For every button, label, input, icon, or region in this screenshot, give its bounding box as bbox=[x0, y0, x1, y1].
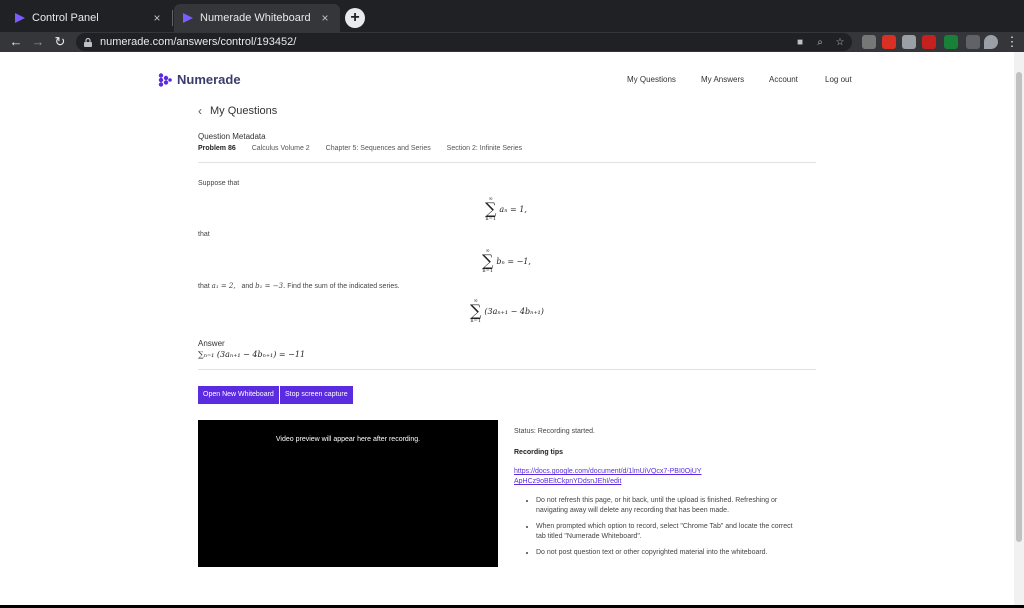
equation-target-series: ∞ ∑ n=1 (3aₙ₊₁ − 4bₙ₊₁) bbox=[470, 298, 544, 324]
metadata-title: Question Metadata bbox=[198, 132, 266, 141]
extension-icon[interactable] bbox=[984, 35, 998, 49]
numerade-favicon-icon bbox=[182, 12, 194, 24]
extension-icon[interactable] bbox=[966, 35, 980, 49]
extension-icon[interactable] bbox=[902, 35, 916, 49]
recording-status: Status: Recording started. bbox=[514, 428, 595, 435]
chapter-title: Chapter 5: Sequences and Series bbox=[325, 145, 431, 152]
extension-icon[interactable] bbox=[944, 35, 958, 49]
divider bbox=[198, 162, 816, 163]
equation-sum-a: ∞ ∑ n=1 aₙ = 1, bbox=[485, 196, 527, 222]
back-label: My Questions bbox=[210, 105, 278, 117]
divider bbox=[198, 369, 816, 370]
section-title: Section 2: Infinite Series bbox=[446, 145, 523, 152]
video-preview: Video preview will appear here after rec… bbox=[198, 420, 498, 567]
zoom-icon[interactable]: ⌕ bbox=[812, 37, 828, 48]
answer-expression: ∑ₙ₌₁ (3aₙ₊₁ − 4bₙ₊₁) = −11 bbox=[198, 350, 306, 359]
tab-numerade-whiteboard[interactable]: Numerade Whiteboard × bbox=[174, 4, 340, 32]
stop-screen-capture-button[interactable]: Stop screen capture bbox=[280, 386, 353, 404]
extension-icon[interactable] bbox=[862, 35, 876, 49]
summation-symbol: ∞ ∑ n=1 bbox=[470, 298, 482, 324]
book-title: Calculus Volume 2 bbox=[251, 145, 310, 152]
open-new-whiteboard-button[interactable]: Open New Whiteboard bbox=[198, 386, 279, 404]
new-tab-button[interactable]: + bbox=[345, 8, 365, 28]
chevron-left-icon: ‹ bbox=[198, 104, 202, 118]
problem-intro: Suppose that bbox=[198, 180, 240, 187]
back-to-my-questions[interactable]: ‹ My Questions bbox=[198, 104, 277, 118]
back-arrow-icon[interactable]: ← bbox=[8, 34, 24, 50]
browser-tab-strip: Control Panel × Numerade Whiteboard × + bbox=[0, 0, 1024, 32]
summation-symbol: ∞ ∑ n=1 bbox=[485, 196, 497, 222]
problem-number: Problem 86 bbox=[198, 145, 236, 152]
recording-tips-title: Recording tips bbox=[514, 449, 564, 456]
tab-close-icon[interactable]: × bbox=[318, 11, 332, 25]
nav-log-out[interactable]: Log out bbox=[825, 75, 852, 84]
extension-icon[interactable] bbox=[922, 35, 936, 49]
numerade-favicon-icon bbox=[14, 12, 26, 24]
camera-icon[interactable]: ■ bbox=[792, 37, 808, 48]
list-item: When prompted which option to record, se… bbox=[536, 522, 804, 542]
extension-icon[interactable] bbox=[882, 35, 896, 49]
reload-icon[interactable]: ↻ bbox=[52, 34, 68, 50]
bookmark-star-icon[interactable]: ☆ bbox=[832, 37, 848, 48]
url-text: numerade.com/answers/control/193452/ bbox=[100, 36, 297, 48]
nav-my-answers[interactable]: My Answers bbox=[701, 75, 744, 84]
summation-symbol: ∞ ∑ n=1 bbox=[482, 248, 494, 274]
video-placeholder-text: Video preview will appear here after rec… bbox=[275, 436, 421, 443]
nav-my-questions[interactable]: My Questions bbox=[627, 75, 676, 84]
forward-arrow-icon[interactable]: → bbox=[30, 34, 46, 50]
recording-tips-link[interactable]: https://docs.google.com/document/d/1lmUi… bbox=[514, 467, 704, 487]
tab-title: Numerade Whiteboard bbox=[200, 12, 311, 24]
list-item: Do not post question text or other copyr… bbox=[536, 548, 804, 558]
tab-control-panel[interactable]: Control Panel × bbox=[6, 4, 172, 32]
nav-account[interactable]: Account bbox=[769, 75, 798, 84]
problem-conditions: that a₁ = 2, and b₁ = −3. Find the sum o… bbox=[198, 282, 400, 290]
browser-toolbar: ← → ↻ numerade.com/answers/control/19345… bbox=[0, 32, 1024, 52]
lock-icon bbox=[84, 37, 92, 47]
numerade-logo[interactable]: Numerade bbox=[158, 72, 241, 87]
tab-close-icon[interactable]: × bbox=[150, 11, 164, 25]
page-scrollbar[interactable] bbox=[1014, 52, 1024, 605]
problem-connector: that bbox=[198, 231, 210, 238]
metadata-row: Problem 86 Calculus Volume 2 Chapter 5: … bbox=[198, 145, 536, 152]
address-bar[interactable]: numerade.com/answers/control/193452/ ■ ⌕… bbox=[76, 33, 852, 51]
list-item: Do not refresh this page, or hit back, u… bbox=[536, 496, 804, 516]
page-content: Numerade My Questions My Answers Account… bbox=[0, 52, 1014, 605]
answer-label: Answer bbox=[198, 339, 225, 348]
tab-divider bbox=[172, 10, 173, 26]
brand-name: Numerade bbox=[177, 72, 241, 87]
recording-tips-list: Do not refresh this page, or hit back, u… bbox=[524, 496, 804, 564]
numerade-logo-icon bbox=[158, 72, 172, 87]
equation-sum-b: ∞ ∑ n=1 bₙ = −1, bbox=[482, 248, 531, 274]
tab-title: Control Panel bbox=[32, 12, 99, 24]
browser-menu-icon[interactable]: ⋮ bbox=[1004, 34, 1020, 50]
scrollbar-thumb[interactable] bbox=[1016, 72, 1022, 542]
